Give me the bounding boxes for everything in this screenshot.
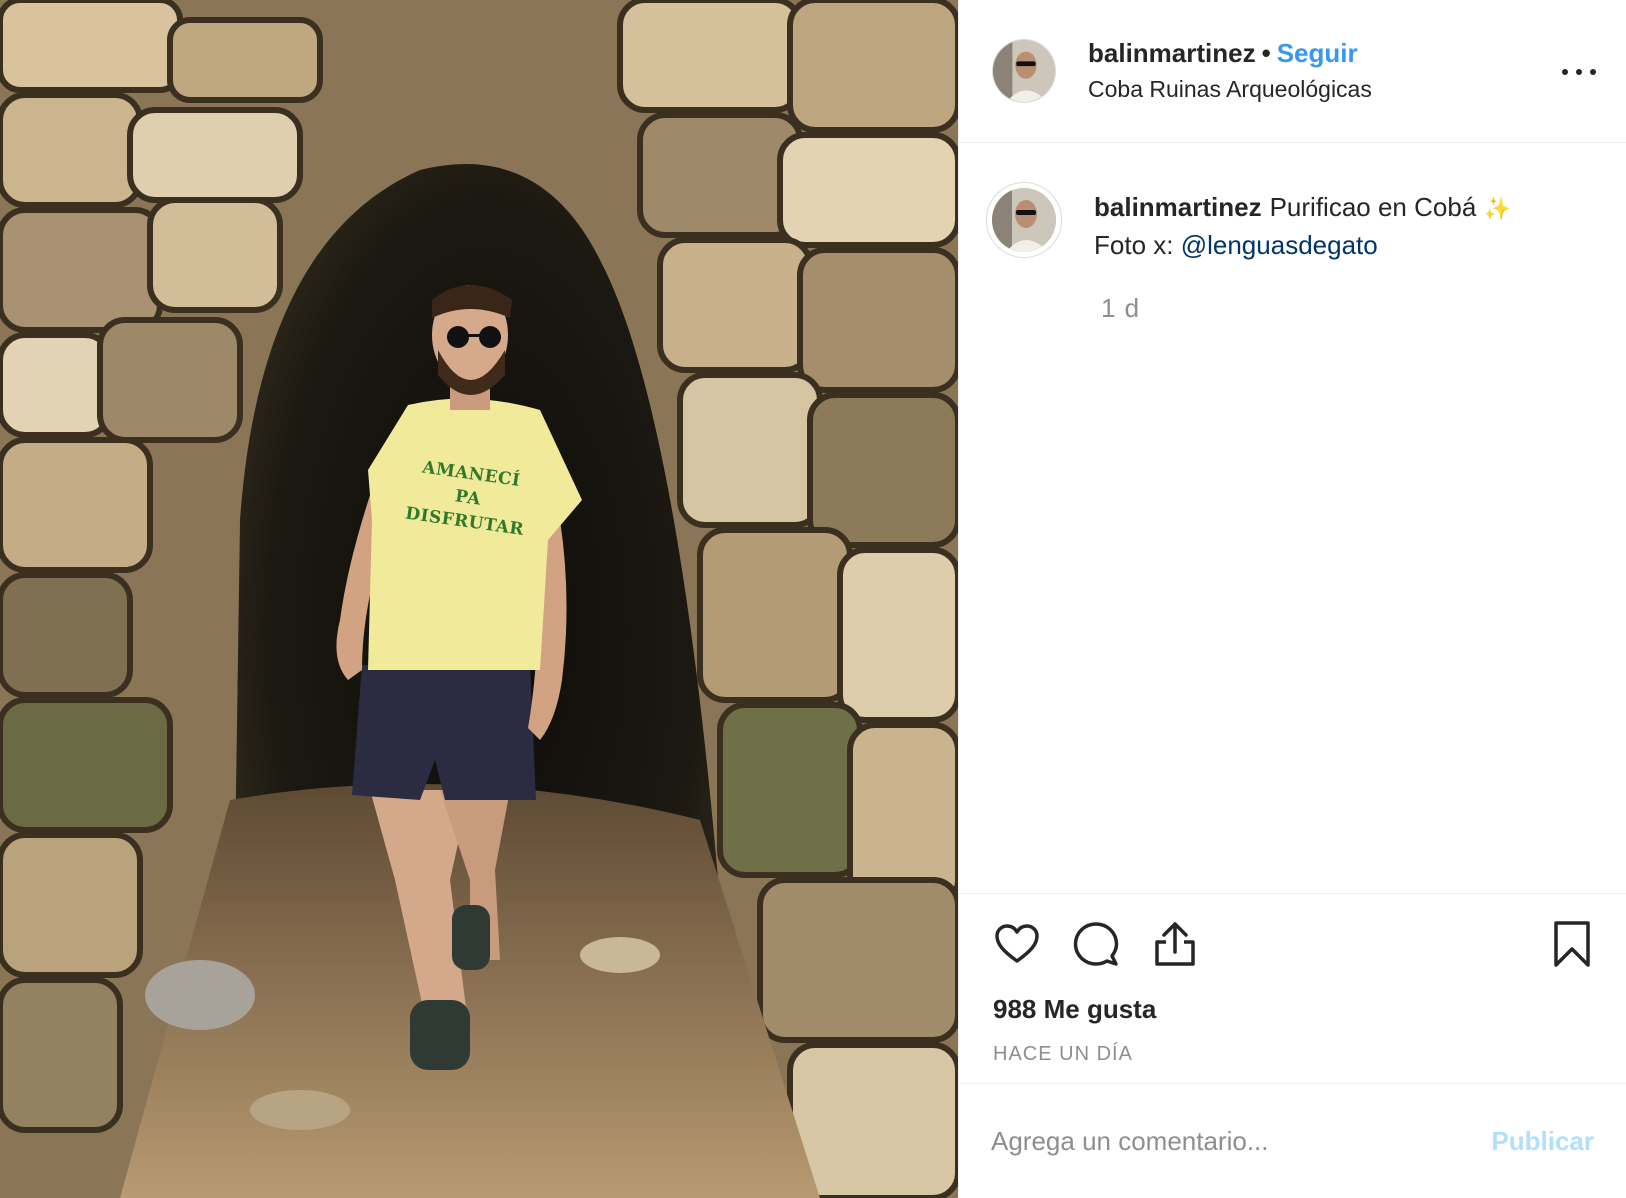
share-icon <box>1155 922 1195 966</box>
comments-area: balinmartinez Purificao en Cobá ✨ Foto x:… <box>959 143 1626 893</box>
follow-button[interactable]: Seguir <box>1277 38 1358 68</box>
header-line: balinmartinez • Seguir <box>1088 37 1372 69</box>
comment-button[interactable] <box>1070 918 1122 970</box>
mention-link[interactable]: @lenguasdegato <box>1181 230 1378 260</box>
author-username[interactable]: balinmartinez <box>1088 38 1256 68</box>
separator-dot: • <box>1261 38 1271 68</box>
comment-icon <box>1073 922 1119 966</box>
more-icon-dot <box>1590 69 1596 75</box>
heart-icon <box>995 924 1039 963</box>
like-button[interactable] <box>991 918 1043 970</box>
caption-avatar-ring[interactable] <box>986 182 1062 258</box>
caption-username[interactable]: balinmartinez <box>1094 192 1262 222</box>
caption-line-1: balinmartinez Purificao en Cobá ✨ <box>1094 189 1511 227</box>
more-icon <box>1562 69 1568 75</box>
caption-line-2: Foto x: @lenguasdegato <box>1094 227 1511 263</box>
actions-section: 988 Me gusta HACE UN DÍA <box>959 893 1626 1083</box>
caption-body: Purificao en Cobá <box>1269 192 1477 222</box>
caption-credit: Foto x: <box>1094 230 1174 260</box>
post-photo[interactable]: AMANECÍ PA DISFRUTAR <box>0 0 958 1198</box>
share-button[interactable] <box>1149 918 1201 970</box>
publish-button[interactable]: Publicar <box>1491 1126 1594 1157</box>
post-timestamp[interactable]: HACE UN DÍA <box>993 1043 1594 1066</box>
avatar-image <box>992 188 1056 252</box>
location-link[interactable]: Coba Ruinas Arqueológicas <box>1088 73 1372 105</box>
likes-count[interactable]: 988 Me gusta <box>993 994 1594 1025</box>
action-bar <box>991 918 1594 970</box>
more-icon-dot <box>1576 69 1582 75</box>
author-avatar[interactable] <box>992 39 1056 103</box>
avatar-image <box>993 40 1055 102</box>
header-text: balinmartinez • Seguir Coba Ruinas Arqueol… <box>1088 37 1372 105</box>
instagram-post: AMANECÍ PA DISFRUTAR balinmartinez • Segui… <box>0 0 1626 1198</box>
caption-text: balinmartinez Purificao en Cobá ✨ Foto x:… <box>1094 187 1511 263</box>
save-button[interactable] <box>1546 918 1598 970</box>
comment-box: Publicar <box>959 1083 1626 1198</box>
comment-input[interactable] <box>991 1125 1492 1157</box>
caption: balinmartinez Purificao en Cobá ✨ Foto x:… <box>986 182 1592 263</box>
sparkle-icon: ✨ <box>1483 196 1511 221</box>
more-options-button[interactable] <box>1562 58 1596 86</box>
photo-scene <box>0 0 958 1198</box>
bookmark-icon <box>1554 921 1590 967</box>
post-header: balinmartinez • Seguir Coba Ruinas Arqueol… <box>959 0 1626 143</box>
post-side-panel: balinmartinez • Seguir Coba Ruinas Arqueol… <box>958 0 1626 1198</box>
caption-avatar <box>992 188 1056 252</box>
caption-time[interactable]: 1 d <box>1101 293 1592 324</box>
